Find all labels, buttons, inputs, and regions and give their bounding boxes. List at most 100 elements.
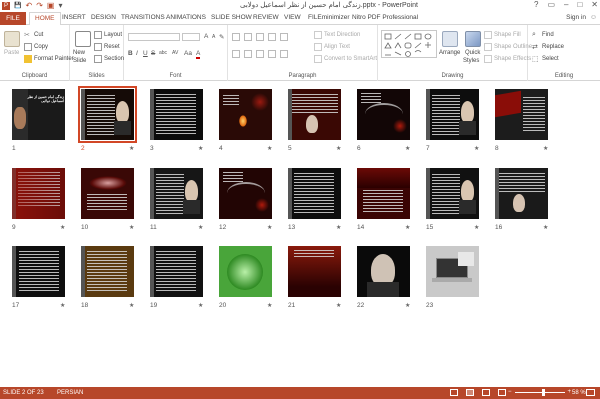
list-buttons[interactable]: [232, 33, 312, 41]
language-indicator[interactable]: PERSIAN: [57, 390, 83, 396]
arrange-button[interactable]: Arrange: [439, 50, 460, 56]
tab-transitions[interactable]: TRANSITIONS: [121, 14, 165, 21]
slide-thumbnail[interactable]: [78, 86, 137, 143]
slide-thumbnail[interactable]: [288, 246, 341, 297]
align-buttons[interactable]: [232, 50, 312, 58]
slide-animation-star-icon[interactable]: ★: [267, 302, 272, 309]
shapes-gallery[interactable]: [381, 30, 437, 58]
slide-animation-star-icon[interactable]: ★: [198, 302, 203, 309]
slide-thumbnail[interactable]: [150, 89, 203, 140]
find-button[interactable]: ⌕ Find: [532, 31, 554, 39]
fit-to-window-icon[interactable]: [586, 389, 595, 396]
bullets-icon[interactable]: [232, 33, 240, 41]
new-slide-icon[interactable]: [75, 31, 91, 47]
zoom-track[interactable]: [514, 388, 565, 396]
font-color-button[interactable]: A: [196, 50, 201, 59]
tab-home[interactable]: HOME: [29, 12, 61, 26]
character-spacing-button[interactable]: AV: [172, 50, 178, 56]
save-icon[interactable]: 💾: [14, 2, 21, 9]
customize-qat-icon[interactable]: ▾: [58, 1, 62, 10]
clear-formatting-button[interactable]: ✎: [219, 33, 224, 41]
slide-thumbnail[interactable]: [219, 246, 272, 297]
feedback-smile-icon[interactable]: ☺: [590, 14, 597, 21]
tab-animations[interactable]: ANIMATIONS: [166, 14, 206, 21]
slide-thumbnail[interactable]: [150, 168, 203, 219]
tab-view[interactable]: VIEW: [284, 14, 301, 21]
shape-outline-button[interactable]: Shape Outline: [484, 43, 532, 51]
start-slideshow-icon[interactable]: ▣: [47, 1, 55, 10]
slide-thumbnail[interactable]: [426, 168, 479, 219]
slide-animation-star-icon[interactable]: ★: [198, 224, 203, 231]
bold-button[interactable]: B: [128, 50, 133, 57]
slide-thumbnail[interactable]: [288, 89, 341, 140]
slide-thumbnail[interactable]: [288, 168, 341, 219]
slide-thumbnail[interactable]: [81, 168, 134, 219]
new-slide-dropdown[interactable]: Slide: [73, 58, 86, 64]
slide-animation-star-icon[interactable]: ★: [474, 224, 479, 231]
slide-thumbnail[interactable]: [81, 246, 134, 297]
tab-review[interactable]: REVIEW: [253, 14, 279, 21]
slide-animation-star-icon[interactable]: ★: [129, 224, 134, 231]
undo-icon[interactable]: ↶: [25, 1, 32, 10]
slide-animation-star-icon[interactable]: ★: [129, 302, 134, 309]
slide-animation-star-icon[interactable]: ★: [543, 224, 548, 231]
maximize-button[interactable]: □: [577, 0, 582, 9]
align-center-icon[interactable]: [243, 50, 252, 58]
minimize-button[interactable]: –: [564, 0, 568, 9]
slide-animation-star-icon[interactable]: ★: [474, 145, 479, 152]
slide-thumbnail[interactable]: [12, 246, 65, 297]
slide-animation-star-icon[interactable]: ★: [60, 302, 65, 309]
zoom-knob[interactable]: [542, 388, 546, 396]
close-button[interactable]: ✕: [591, 0, 598, 9]
tab-fileminimizer[interactable]: FILEminimizer: [308, 14, 350, 21]
slide-thumbnail[interactable]: [495, 89, 548, 140]
section-button[interactable]: Section: [94, 55, 124, 63]
slide-thumbnail[interactable]: [357, 89, 410, 140]
slide-sorter-view-icon[interactable]: [466, 389, 474, 396]
align-text-button[interactable]: Align Text: [314, 43, 350, 51]
slide-thumbnail[interactable]: [219, 89, 272, 140]
shrink-font-button[interactable]: A: [212, 34, 215, 40]
replace-button[interactable]: ⇄ Replace: [532, 43, 564, 51]
decrease-indent-icon[interactable]: [255, 33, 264, 41]
zoom-in-button[interactable]: +: [568, 389, 572, 395]
slide-animation-star-icon[interactable]: ★: [198, 145, 203, 152]
slide-animation-star-icon[interactable]: ★: [405, 302, 410, 309]
zoom-slider[interactable]: − +: [508, 388, 572, 396]
layout-button[interactable]: Layout: [94, 31, 122, 39]
select-button[interactable]: ⬚ Select: [532, 55, 559, 63]
slide-animation-star-icon[interactable]: ★: [405, 145, 410, 152]
cut-button[interactable]: ✂ Cut: [24, 31, 43, 39]
change-case-button[interactable]: Aa: [184, 50, 192, 57]
shape-fill-button[interactable]: Shape Fill: [484, 31, 521, 39]
slide-animation-star-icon[interactable]: ★: [336, 145, 341, 152]
align-right-icon[interactable]: [255, 50, 264, 58]
slide-thumbnail[interactable]: [426, 246, 479, 297]
numbering-icon[interactable]: [243, 33, 252, 41]
slide-animation-star-icon[interactable]: ★: [60, 224, 65, 231]
text-shadow-button[interactable]: abc: [159, 50, 167, 56]
increase-indent-icon[interactable]: [267, 33, 276, 41]
slide-animation-star-icon[interactable]: ★: [336, 224, 341, 231]
quick-styles-button[interactable]: Quick: [465, 50, 480, 56]
copy-button[interactable]: Copy: [24, 43, 48, 51]
new-slide-button[interactable]: New: [73, 50, 85, 56]
format-painter-button[interactable]: Format Painter: [24, 55, 74, 63]
sign-in-link[interactable]: Sign in: [566, 14, 586, 21]
tab-file[interactable]: FILE: [0, 12, 26, 25]
grow-font-button[interactable]: A: [204, 33, 208, 40]
redo-icon[interactable]: ↷: [36, 1, 43, 10]
slide-animation-star-icon[interactable]: ★: [267, 224, 272, 231]
slide-thumbnail[interactable]: [12, 168, 65, 219]
tab-design[interactable]: DESIGN: [91, 14, 116, 21]
arrange-icon[interactable]: [442, 31, 458, 47]
slide-animation-star-icon[interactable]: ★: [336, 302, 341, 309]
slide-thumbnail[interactable]: [495, 168, 548, 219]
slide-animation-star-icon[interactable]: ★: [267, 145, 272, 152]
line-spacing-icon[interactable]: [279, 33, 288, 41]
quick-styles-icon[interactable]: [465, 31, 481, 47]
convert-smartart-button[interactable]: Convert to SmartArt: [314, 55, 377, 63]
ribbon-display-options-icon[interactable]: ▭: [547, 0, 555, 9]
quick-styles-label-2[interactable]: Styles: [463, 58, 479, 64]
italic-button[interactable]: I: [136, 50, 138, 57]
